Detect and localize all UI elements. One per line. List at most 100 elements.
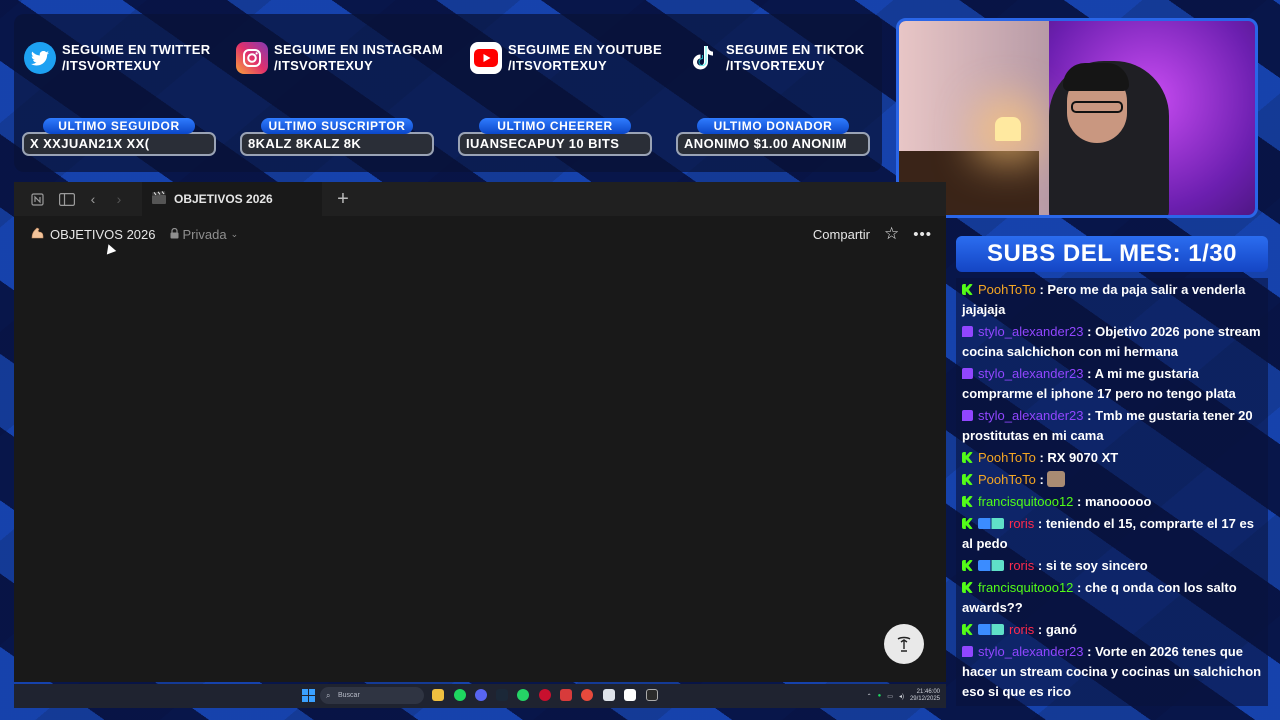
twitch-icon xyxy=(962,326,973,337)
chat-message: roris : ganó xyxy=(962,620,1262,640)
sub-badge-icon xyxy=(978,518,1004,529)
chat-nick[interactable]: stylo_alexander23 xyxy=(978,324,1084,339)
chat-nick[interactable]: PoohToTo xyxy=(978,282,1036,297)
app-white-icon[interactable] xyxy=(603,689,615,701)
system-tray: ⌃ ● ▭ ◂) 21:46:00 29/12/2025 xyxy=(867,684,940,708)
stat-label: ULTIMO DONADOR xyxy=(697,118,849,134)
privacy-label: Privada xyxy=(182,226,227,242)
taskbar: ⌕ Buscar ⌃ ● ▭ ◂) 21:46:00 29/12/2025 xyxy=(14,684,946,708)
stat-value: ANONIMO $1.00 ANONIM xyxy=(676,132,870,156)
chat-nick[interactable]: PoohToTo xyxy=(978,472,1036,487)
kick-icon xyxy=(962,474,973,485)
volume-icon[interactable]: ◂) xyxy=(899,693,904,700)
new-tab-button[interactable]: + xyxy=(330,186,356,212)
forward-arrow-icon[interactable]: › xyxy=(106,186,132,212)
chat-message: roris : si te soy sincero xyxy=(962,556,1262,576)
file-explorer-icon[interactable] xyxy=(432,689,444,701)
steam-icon[interactable] xyxy=(496,689,508,701)
chat-text: manooooo xyxy=(1084,494,1152,509)
privacy-selector[interactable]: Privada ⌄ xyxy=(170,226,238,242)
chat-nick[interactable]: stylo_alexander23 xyxy=(978,644,1084,659)
clock-time: 21:46:00 xyxy=(916,689,940,695)
chat-text: si te soy sincero xyxy=(1045,558,1148,573)
sub-badge-icon xyxy=(978,560,1004,571)
notion-taskbar-icon[interactable] xyxy=(646,689,658,701)
tiktok-icon xyxy=(688,42,720,74)
windows-start-icon[interactable] xyxy=(302,689,315,702)
star-icon[interactable]: ☆ xyxy=(884,224,899,244)
chat-text: ganó xyxy=(1045,622,1077,637)
search-icon: ⌕ xyxy=(326,691,331,700)
chevron-up-icon[interactable]: ⌃ xyxy=(867,693,872,700)
microphone-icon[interactable]: ● xyxy=(878,693,882,699)
page-title: OBJETIVOS 2026 xyxy=(50,226,156,242)
chat-text: teniendo el 15, comprarte el 17 es al pe… xyxy=(962,516,1254,551)
social-tiktok: SEGUIME EN TIKTOK/ITSVORTEXUY xyxy=(688,42,864,74)
stat-value: IUANSECAPUY 10 BITS xyxy=(458,132,652,156)
social-line2: /ITSVORTEXUY xyxy=(508,58,607,73)
chat-nick[interactable]: PoohToTo xyxy=(978,450,1036,465)
app-light-icon[interactable] xyxy=(624,689,636,701)
chat-nick[interactable]: roris xyxy=(1009,622,1034,637)
social-line1: SEGUIME EN TIKTOK xyxy=(726,42,865,57)
lock-icon xyxy=(170,227,179,242)
twitter-icon xyxy=(24,42,56,74)
notion-window: ‹ › OBJETIVOS 2026 + OBJETIVOS 2026 Priv… xyxy=(14,182,946,682)
chat-message: PoohToTo : Pero me da paja salir a vende… xyxy=(962,282,1246,317)
social-twitter: SEGUIME EN TWITTER/ITSVORTEXUY xyxy=(24,42,210,74)
app-red-icon[interactable] xyxy=(539,689,551,701)
stat-value: 8KALZ 8KALZ 8K xyxy=(240,132,434,156)
twitch-icon xyxy=(962,410,973,421)
stat-last-cheerer: ULTIMO CHEERER IUANSECAPUY 10 BITS xyxy=(458,118,652,156)
share-button[interactable]: Compartir xyxy=(813,227,870,242)
kick-icon xyxy=(962,284,973,295)
chat-message: stylo_alexander23 : Objetivo 2026 pone s… xyxy=(962,324,1261,359)
chat-message: stylo_alexander23 : Vorte en 2026 tenes … xyxy=(962,644,1262,699)
stat-last-subscriber: ULTIMO SUSCRIPTOR 8KALZ 8KALZ 8K xyxy=(240,118,434,156)
chat-nick[interactable]: francisquitooo12 xyxy=(978,580,1073,595)
stat-last-follower: ULTIMO SEGUIDOR X XXJUAN21X XX( xyxy=(22,118,216,156)
chat-message: stylo_alexander23 : Tmb me gustaria tene… xyxy=(962,408,1253,443)
back-arrow-icon[interactable]: ‹ xyxy=(80,186,106,212)
social-banner: SEGUIME EN TWITTER/ITSVORTEXUY SEGUIME E… xyxy=(14,14,882,172)
chat-text: RX 9070 XT xyxy=(1047,450,1119,465)
app-orange-icon[interactable] xyxy=(581,689,593,701)
chat-nick[interactable]: roris xyxy=(1009,516,1034,531)
breadcrumb[interactable]: OBJETIVOS 2026 xyxy=(30,226,156,243)
chat-nick[interactable]: stylo_alexander23 xyxy=(978,408,1084,423)
chat-nick[interactable]: francisquitooo12 xyxy=(978,494,1073,509)
help-button[interactable] xyxy=(884,624,924,664)
taskbar-search[interactable]: ⌕ Buscar xyxy=(320,687,424,704)
youtube-icon xyxy=(470,42,502,74)
page-header: OBJETIVOS 2026 Privada ⌄ Compartir ☆ ••• xyxy=(14,216,946,252)
more-options-icon[interactable]: ••• xyxy=(913,226,932,243)
whatsapp-icon[interactable] xyxy=(517,689,529,701)
chat-panel: PoohToTo : Pero me da paja salir a vende… xyxy=(956,278,1268,706)
chat-nick[interactable]: roris xyxy=(1009,558,1034,573)
search-placeholder: Buscar xyxy=(338,692,360,699)
tab-title: OBJETIVOS 2026 xyxy=(174,192,273,206)
chat-nick[interactable]: stylo_alexander23 xyxy=(978,366,1084,381)
sidebar-toggle-icon[interactable] xyxy=(54,186,80,212)
spotify-icon[interactable] xyxy=(454,689,466,701)
chat-message: francisquitooo12 : manooooo xyxy=(962,492,1262,512)
social-line1: SEGUIME EN INSTAGRAM xyxy=(274,42,443,57)
clock[interactable]: 21:46:00 29/12/2025 xyxy=(910,689,940,703)
twitch-icon xyxy=(962,368,973,379)
app-red-square-icon[interactable] xyxy=(560,689,572,701)
chat-message: PoohToTo : RX 9070 XT xyxy=(962,448,1262,468)
social-line1: SEGUIME EN TWITTER xyxy=(62,42,211,57)
stat-value: X XXJUAN21X XX( xyxy=(22,132,216,156)
discord-icon[interactable] xyxy=(475,689,487,701)
chat-message: roris : teniendo el 15, comprarte el 17 … xyxy=(962,516,1254,551)
stat-label: ULTIMO SUSCRIPTOR xyxy=(261,118,413,134)
stat-last-donor: ULTIMO DONADOR ANONIMO $1.00 ANONIM xyxy=(676,118,870,156)
network-icon[interactable]: ▭ xyxy=(887,693,893,700)
chat-message: francisquitooo12 : che q onda con los sa… xyxy=(962,580,1237,615)
notion-icon[interactable] xyxy=(24,186,50,212)
social-line2: /ITSVORTEXUY xyxy=(726,58,825,73)
webcam-feed xyxy=(896,18,1258,218)
window-titlebar: ‹ › OBJETIVOS 2026 + xyxy=(14,182,946,216)
tab-objetivos[interactable]: OBJETIVOS 2026 xyxy=(142,182,322,216)
social-line2: /ITSVORTEXUY xyxy=(274,58,373,73)
